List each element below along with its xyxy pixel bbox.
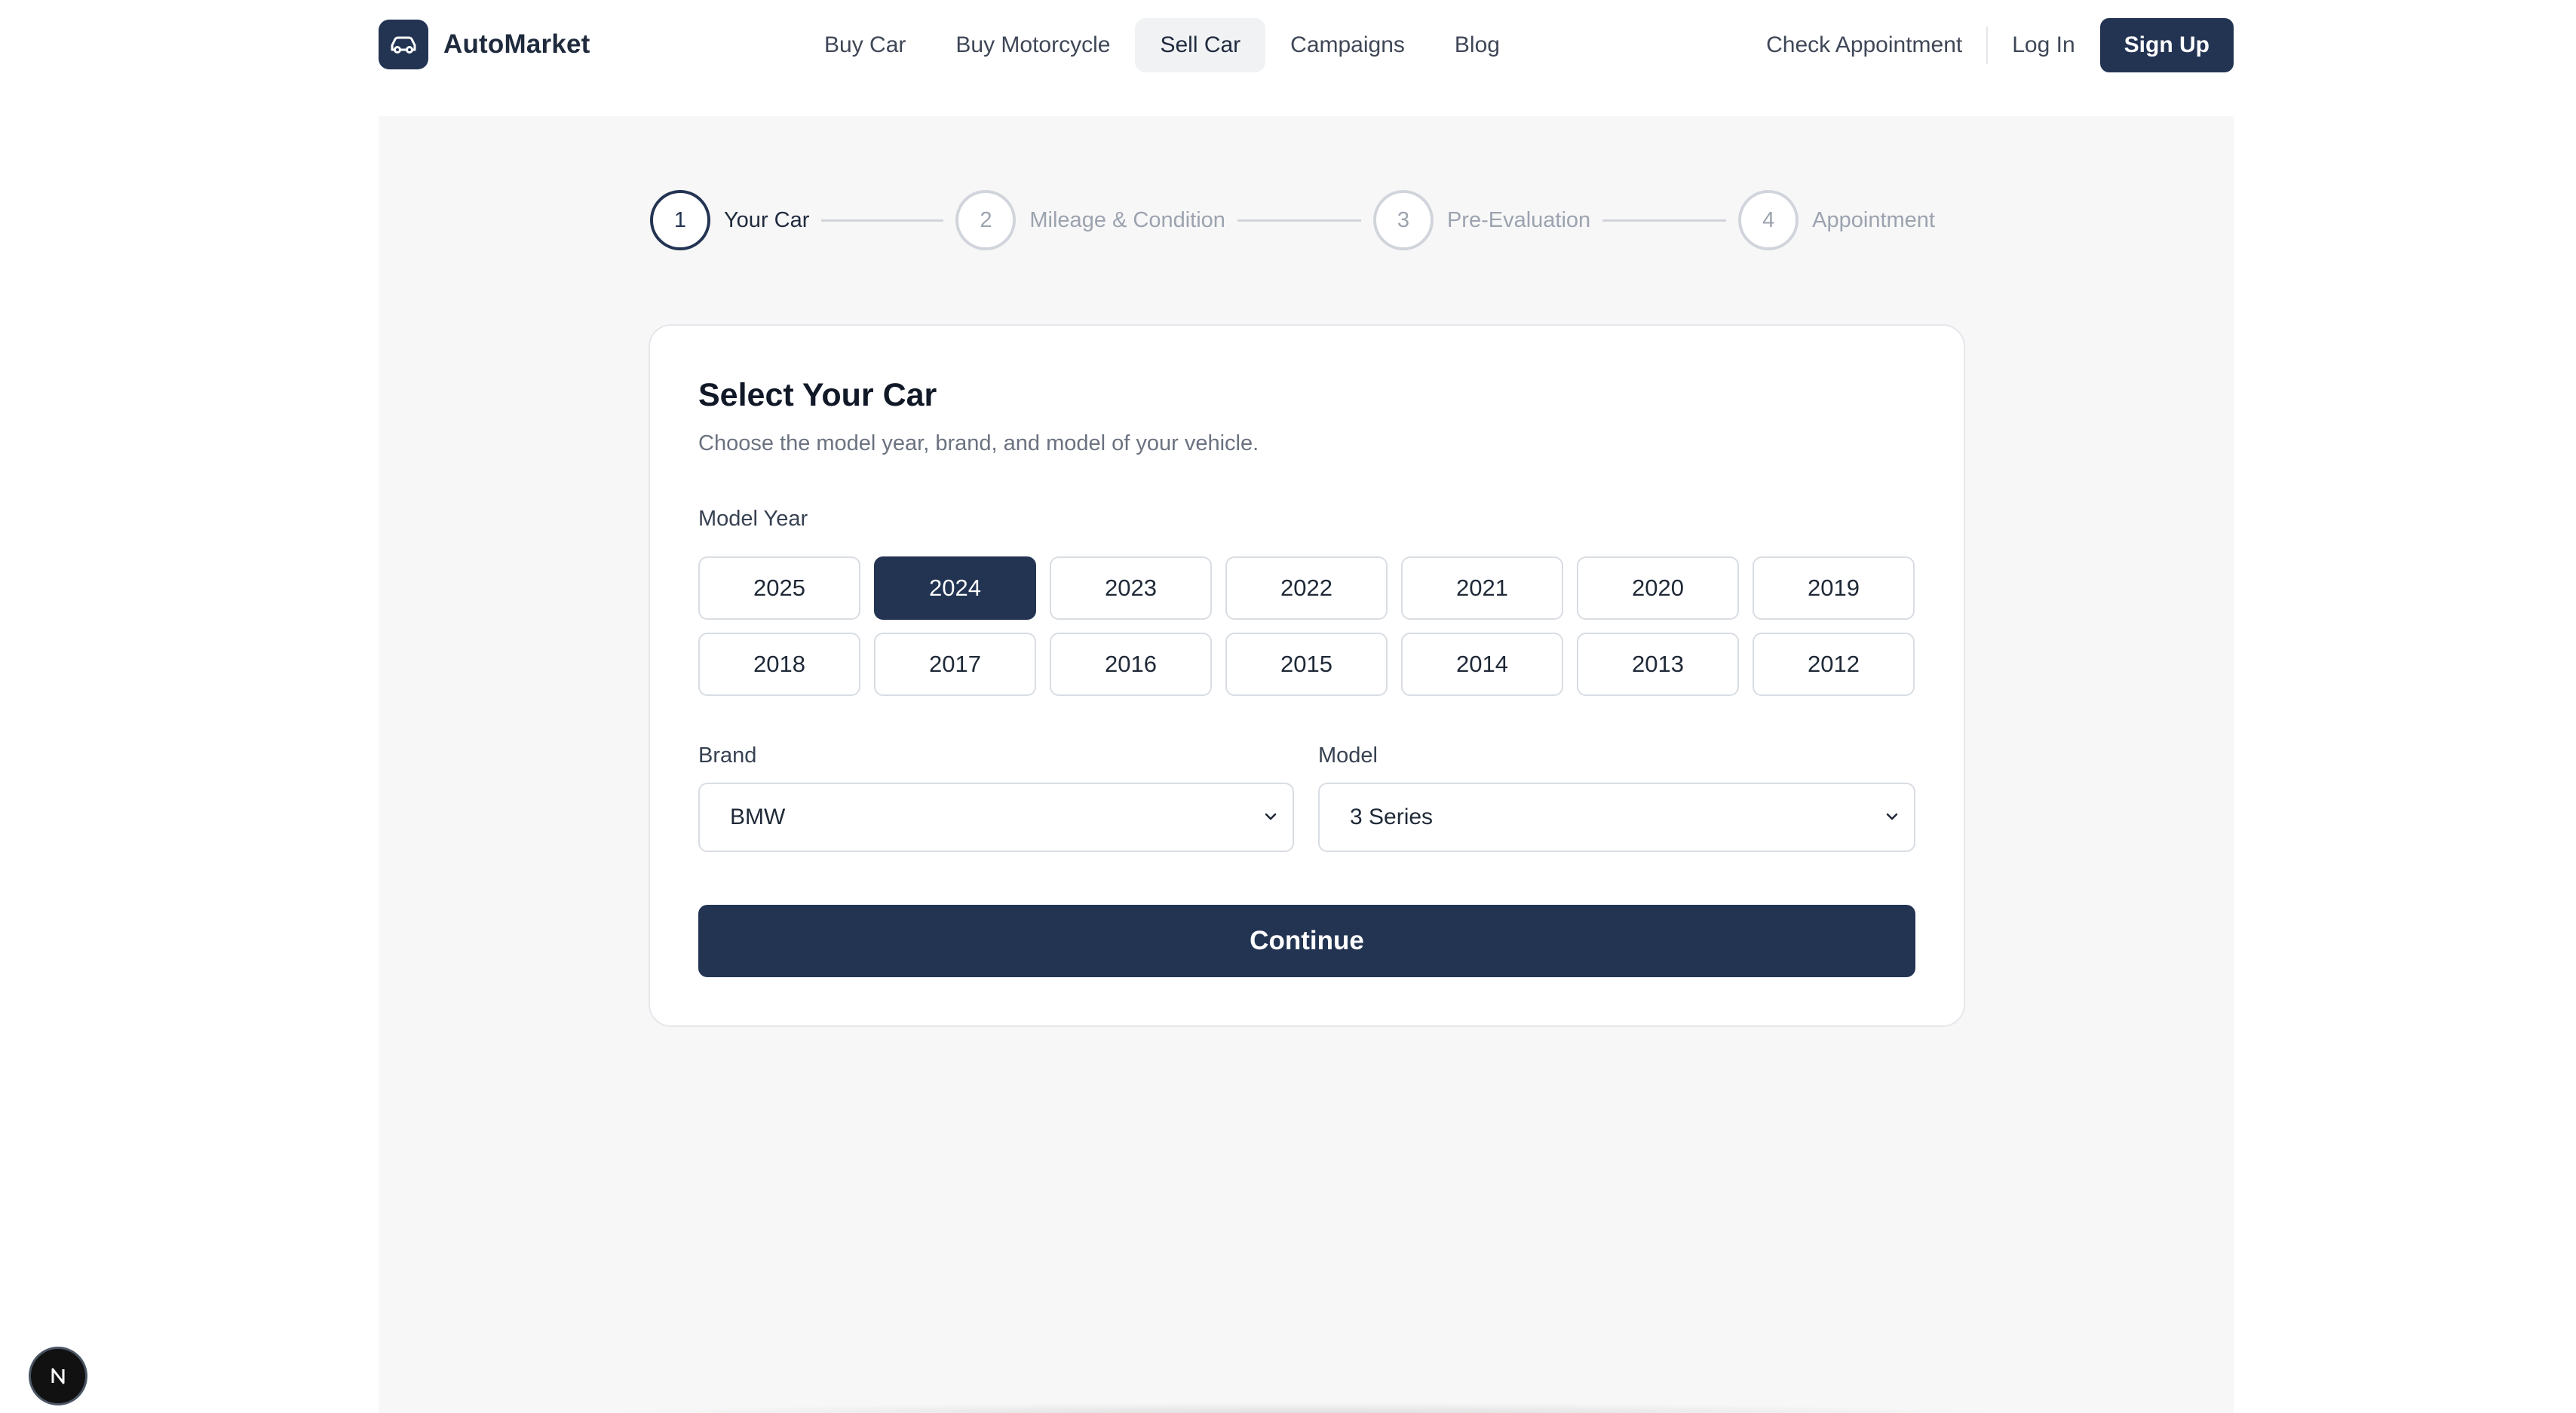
year-option[interactable]: 2023 [1050,556,1212,620]
step-connector [1237,219,1361,222]
bottom-shadow [603,1402,2006,1413]
model-year-grid: 2025 2024 2023 2022 2021 2020 2019 2018 … [698,556,1915,696]
step-label: Pre-Evaluation [1446,207,1591,232]
log-in-link[interactable]: Log In [2012,18,2075,72]
model-select[interactable]: 3 Series [1318,783,1915,852]
step-connector [1602,219,1727,222]
step-label: Mileage & Condition [1029,207,1225,232]
continue-button[interactable]: Continue [698,905,1915,977]
year-option[interactable]: 2019 [1753,556,1915,620]
year-option[interactable]: 2025 [698,556,860,620]
model-year-label: Model Year [698,507,808,531]
step-number: 4 [1738,190,1799,250]
year-option[interactable]: 2021 [1401,556,1563,620]
year-option[interactable]: 2016 [1050,633,1212,696]
next-logo-icon[interactable] [29,1347,87,1405]
nav-divider [1986,26,1989,64]
step-number: 2 [955,190,1017,250]
step-appointment: 4 Appointment [1738,190,1935,250]
select-car-card: Select Your Car Choose the model year, b… [649,324,1965,1027]
step-label: Appointment [1812,207,1935,232]
step-label: Your Car [724,207,810,232]
year-option[interactable]: 2020 [1577,556,1739,620]
nav-buy-car[interactable]: Buy Car [799,18,931,72]
brand-select-value: BMW [730,805,786,829]
main-nav: Buy Car Buy Motorcycle Sell Car Campaign… [799,18,1525,72]
year-option[interactable]: 2018 [698,633,860,696]
step-connector [821,219,944,222]
car-icon [379,20,428,69]
brand-label: Brand [698,743,757,768]
chevron-down-icon [1265,813,1277,820]
year-option-selected[interactable]: 2024 [874,556,1036,620]
nav-sell-car[interactable]: Sell Car [1135,18,1266,72]
brand-select[interactable]: BMW [698,783,1294,852]
account-nav: Check Appointment Log In Sign Up [1766,18,2234,72]
step-number: 3 [1372,190,1434,250]
model-select-value: 3 Series [1350,805,1434,829]
brand-logo[interactable]: AutoMarket [379,20,590,69]
brand-name: AutoMarket [443,29,590,59]
year-option[interactable]: 2014 [1401,633,1563,696]
step-number: 1 [650,190,710,250]
year-option[interactable]: 2022 [1225,556,1388,620]
sign-up-button[interactable]: Sign Up [2099,18,2234,72]
year-option[interactable]: 2013 [1577,633,1739,696]
chevron-down-icon [1886,813,1898,820]
check-appointment-link[interactable]: Check Appointment [1766,18,1962,72]
nav-campaigns[interactable]: Campaigns [1265,18,1430,72]
card-title: Select Your Car [698,377,937,413]
model-label: Model [1318,743,1378,768]
year-option[interactable]: 2017 [874,633,1036,696]
step-pre-evaluation: 3 Pre-Evaluation [1372,190,1591,250]
year-option[interactable]: 2015 [1225,633,1388,696]
nav-buy-motorcycle[interactable]: Buy Motorcycle [931,18,1135,72]
year-option[interactable]: 2012 [1753,633,1915,696]
card-subtitle: Choose the model year, brand, and model … [698,431,1259,455]
top-navbar: AutoMarket Buy Car Buy Motorcycle Sell C… [0,0,2576,90]
step-mileage-condition: 2 Mileage & Condition [955,190,1225,250]
step-your-car: 1 Your Car [650,190,809,250]
progress-stepper: 1 Your Car 2 Mileage & Condition 3 Pre-E… [650,190,1935,250]
nav-blog[interactable]: Blog [1430,18,1525,72]
